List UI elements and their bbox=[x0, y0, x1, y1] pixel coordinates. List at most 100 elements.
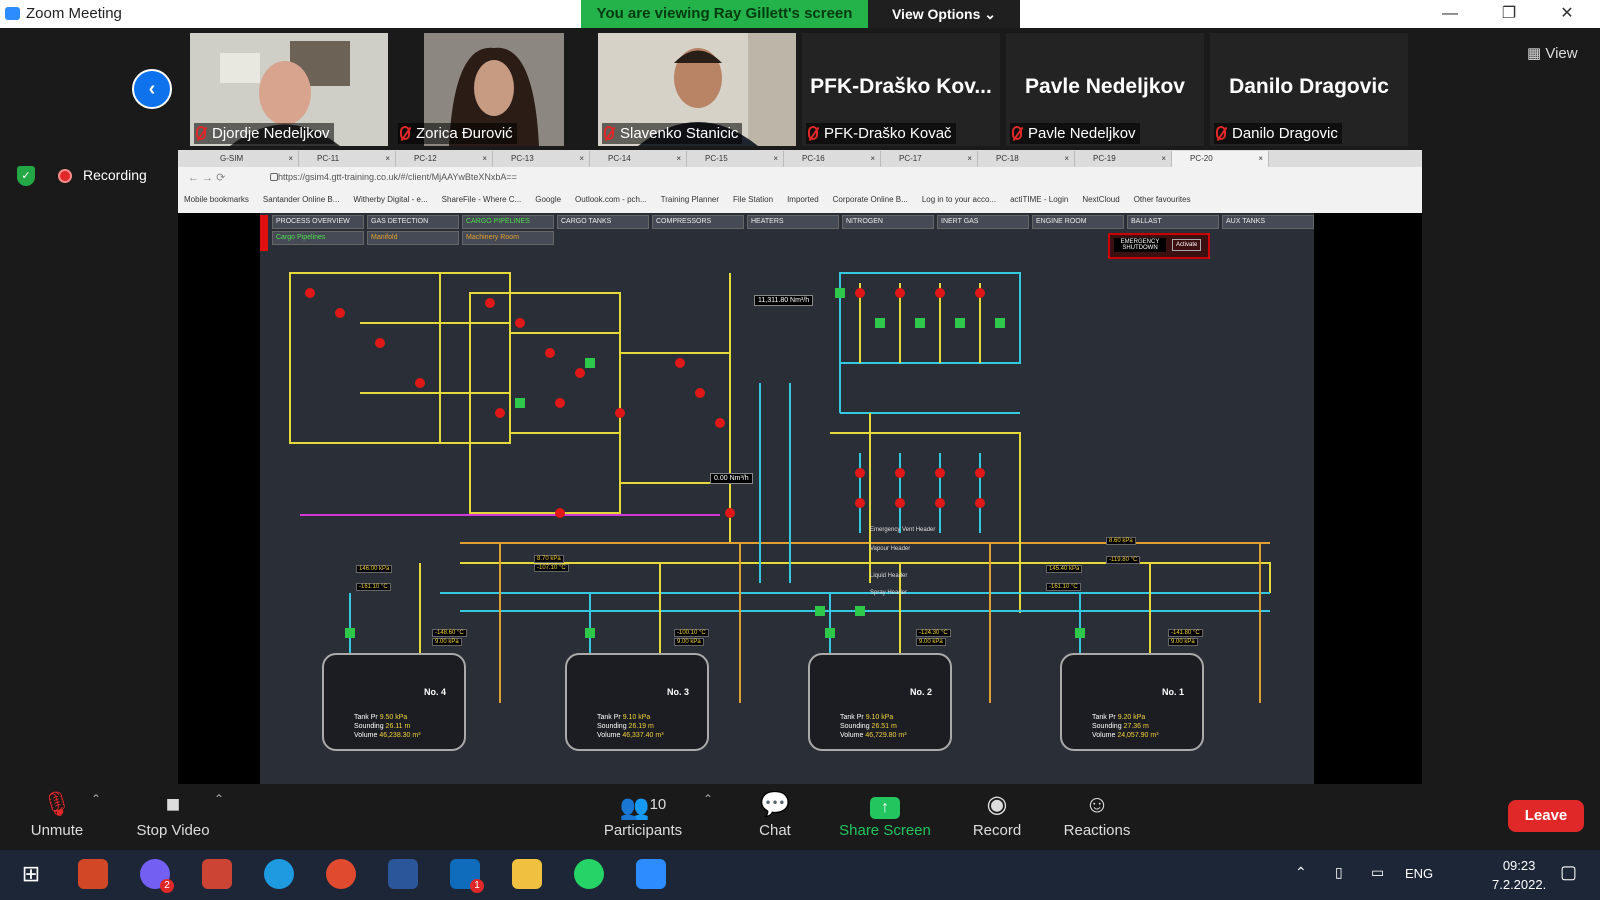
browser-tab[interactable]: PC-19 × bbox=[1075, 151, 1172, 167]
security-shield-icon[interactable]: ✓ bbox=[17, 166, 35, 186]
closed-valve-icon[interactable] bbox=[555, 508, 565, 518]
windows-start-icon[interactable]: ⊞ bbox=[16, 859, 46, 889]
closed-valve-icon[interactable] bbox=[555, 398, 565, 408]
bookmark-item[interactable]: Imported bbox=[787, 195, 819, 204]
closed-valve-icon[interactable] bbox=[415, 378, 425, 388]
browser-tab[interactable]: PC-14 × bbox=[590, 151, 687, 167]
share-screen-button[interactable]: ↑ Share Screen bbox=[830, 788, 940, 839]
close-button[interactable]: ✕ bbox=[1547, 3, 1587, 25]
reactions-button[interactable]: ☺ Reactions bbox=[1042, 788, 1152, 839]
close-tab-icon[interactable]: × bbox=[676, 151, 681, 167]
audio-caret-icon[interactable]: ⌃ bbox=[91, 792, 101, 806]
browser-tab[interactable]: PC-20 × bbox=[1172, 151, 1269, 167]
tray-chevron-icon[interactable]: ⌃ bbox=[1295, 864, 1307, 881]
maximize-button[interactable]: ❐ bbox=[1489, 3, 1529, 25]
open-valve-icon[interactable] bbox=[995, 318, 1005, 328]
open-valve-icon[interactable] bbox=[585, 358, 595, 368]
record-button[interactable]: ◉ Record bbox=[942, 788, 1052, 839]
file-explorer-icon[interactable] bbox=[512, 859, 542, 889]
participant-tile[interactable]: Pavle Nedeljkov Pavle Nedeljkov bbox=[1006, 33, 1204, 146]
close-tab-icon[interactable]: × bbox=[773, 151, 778, 167]
closed-valve-icon[interactable] bbox=[715, 418, 725, 428]
activate-button[interactable]: Activate bbox=[1172, 239, 1202, 251]
open-valve-icon[interactable] bbox=[855, 606, 865, 616]
browser-tab[interactable]: PC-12 × bbox=[396, 151, 493, 167]
bookmark-item[interactable]: NextCloud bbox=[1082, 195, 1119, 204]
battery-icon[interactable]: ▭ bbox=[1371, 864, 1384, 881]
browser-tab[interactable]: PC-11 × bbox=[299, 151, 396, 167]
zoom-taskbar-icon[interactable] bbox=[636, 859, 666, 889]
closed-valve-icon[interactable] bbox=[615, 408, 625, 418]
clock[interactable]: 09:23 7.2.2022. bbox=[1492, 856, 1546, 894]
bookmark-item[interactable]: Google bbox=[535, 195, 561, 204]
close-tab-icon[interactable]: × bbox=[1161, 151, 1166, 167]
cargo-tank[interactable]: No. 1 Tank Pr 9.20 kPa Sounding 27.36 m Vol… bbox=[1060, 653, 1204, 751]
bookmark-item[interactable]: Other favourites bbox=[1134, 195, 1191, 204]
participant-tile[interactable]: PFK-Draško Kov... PFK-Draško Kovač bbox=[802, 33, 1000, 146]
browser-tab[interactable]: PC-17 × bbox=[881, 151, 978, 167]
closed-valve-icon[interactable] bbox=[975, 288, 985, 298]
device-icon[interactable]: ▯ bbox=[1335, 864, 1343, 881]
participants-button[interactable]: 👥10 Participants bbox=[588, 788, 698, 839]
open-valve-icon[interactable] bbox=[825, 628, 835, 638]
stop-video-button[interactable]: ■ Stop Video bbox=[118, 788, 228, 839]
browser-tab[interactable]: PC-16 × bbox=[784, 151, 881, 167]
closed-valve-icon[interactable] bbox=[305, 288, 315, 298]
close-tab-icon[interactable]: × bbox=[1064, 151, 1069, 167]
closed-valve-icon[interactable] bbox=[895, 288, 905, 298]
closed-valve-icon[interactable] bbox=[855, 468, 865, 478]
bookmark-item[interactable]: Witherby Digital - e... bbox=[353, 195, 427, 204]
bookmark-item[interactable]: ShareFile - Where C... bbox=[442, 195, 522, 204]
outlook-icon[interactable]: 1 bbox=[450, 859, 484, 893]
closed-valve-icon[interactable] bbox=[485, 298, 495, 308]
open-valve-icon[interactable] bbox=[815, 606, 825, 616]
close-tab-icon[interactable]: × bbox=[579, 151, 584, 167]
bookmark-item[interactable]: Mobile bookmarks bbox=[184, 195, 249, 204]
open-valve-icon[interactable] bbox=[515, 398, 525, 408]
closed-valve-icon[interactable] bbox=[375, 338, 385, 348]
closed-valve-icon[interactable] bbox=[695, 388, 705, 398]
language-indicator[interactable]: ENG bbox=[1405, 866, 1433, 881]
word-icon[interactable] bbox=[388, 859, 418, 889]
whatsapp-icon[interactable] bbox=[574, 859, 604, 889]
open-valve-icon[interactable] bbox=[585, 628, 595, 638]
participant-tile[interactable]: Djordje Nedeljkov bbox=[190, 33, 388, 146]
back-arrow-icon[interactable]: ‹ bbox=[132, 69, 172, 109]
browser-tab[interactable]: PC-18 × bbox=[978, 151, 1075, 167]
notifications-icon[interactable]: ▢ bbox=[1560, 862, 1577, 883]
closed-valve-icon[interactable] bbox=[675, 358, 685, 368]
bookmark-item[interactable]: Santander Online B... bbox=[263, 195, 340, 204]
participants-caret-icon[interactable]: ⌃ bbox=[703, 792, 713, 806]
open-valve-icon[interactable] bbox=[875, 318, 885, 328]
participant-tile[interactable]: Slavenko Stanicic bbox=[598, 33, 796, 146]
view-button[interactable]: ▦ View bbox=[1527, 44, 1578, 62]
open-valve-icon[interactable] bbox=[835, 288, 845, 298]
cargo-tank[interactable]: No. 2 Tank Pr 9.10 kPa Sounding 26.51 m Vol… bbox=[808, 653, 952, 751]
open-valve-icon[interactable] bbox=[955, 318, 965, 328]
minimize-button[interactable]: — bbox=[1430, 3, 1470, 25]
closed-valve-icon[interactable] bbox=[895, 498, 905, 508]
open-valve-icon[interactable] bbox=[345, 628, 355, 638]
close-tab-icon[interactable]: × bbox=[482, 151, 487, 167]
browser-tab[interactable]: PC-13 × bbox=[493, 151, 590, 167]
closed-valve-icon[interactable] bbox=[515, 318, 525, 328]
bookmark-item[interactable]: Training Planner bbox=[661, 195, 719, 204]
participant-tile[interactable]: Zorica Đurović bbox=[394, 33, 592, 146]
closed-valve-icon[interactable] bbox=[575, 368, 585, 378]
closed-valve-icon[interactable] bbox=[975, 468, 985, 478]
leave-button[interactable]: Leave bbox=[1508, 800, 1584, 832]
open-valve-icon[interactable] bbox=[1075, 628, 1085, 638]
bookmark-item[interactable]: Log in to your acco... bbox=[922, 195, 996, 204]
edge-icon[interactable] bbox=[264, 859, 294, 889]
address-bar[interactable]: https://gsim4.gtt-training.co.uk/#/clien… bbox=[278, 172, 517, 182]
bookmark-item[interactable]: Corporate Online B... bbox=[833, 195, 908, 204]
close-tab-icon[interactable]: × bbox=[385, 151, 390, 167]
open-valve-icon[interactable] bbox=[915, 318, 925, 328]
closed-valve-icon[interactable] bbox=[335, 308, 345, 318]
browser-tab[interactable]: G-SIM × bbox=[202, 151, 299, 167]
paint-icon[interactable] bbox=[202, 859, 232, 889]
viber-icon[interactable]: 2 bbox=[140, 859, 174, 893]
bookmark-item[interactable]: File Station bbox=[733, 195, 773, 204]
video-caret-icon[interactable]: ⌃ bbox=[214, 792, 224, 806]
cargo-tank[interactable]: No. 4 Tank Pr 9.50 kPa Sounding 26.11 m Vol… bbox=[322, 653, 466, 751]
